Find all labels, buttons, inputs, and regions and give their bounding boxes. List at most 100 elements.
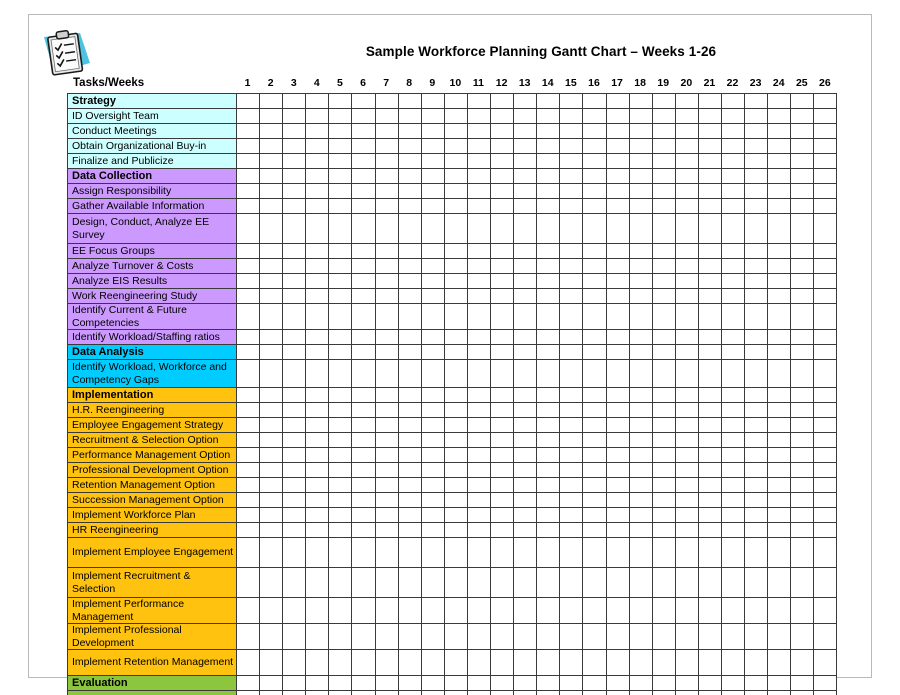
- gantt-empty-cell: [720, 288, 746, 304]
- gantt-bar-cell: [282, 243, 307, 259]
- gantt-empty-cell: [235, 675, 261, 691]
- gantt-empty-cell: [628, 623, 653, 650]
- gantt-empty-cell: [744, 359, 769, 388]
- gantt-empty-cell: [767, 93, 792, 109]
- gantt-empty-cell: [582, 623, 607, 650]
- gantt-empty-cell: [744, 288, 769, 304]
- gantt-bar-cell: [374, 138, 399, 154]
- gantt-empty-cell: [605, 329, 630, 345]
- gantt-bar-cell: [282, 417, 307, 433]
- gantt-bar-cell: [443, 359, 468, 388]
- gantt-empty-cell: [582, 359, 607, 388]
- gantt-empty-cell: [259, 359, 284, 388]
- gantt-empty-cell: [720, 168, 746, 184]
- gantt-empty-cell: [513, 649, 538, 676]
- gantt-empty-cell: [374, 432, 399, 448]
- gantt-empty-cell: [235, 462, 261, 478]
- gantt-empty-cell: [466, 273, 492, 289]
- gantt-bar-cell: [420, 303, 445, 330]
- task-label: Recruitment & Selection Option: [67, 432, 237, 448]
- gantt-empty-cell: [605, 522, 630, 538]
- gantt-empty-cell: [259, 675, 284, 691]
- gantt-empty-cell: [582, 649, 607, 676]
- gantt-empty-cell: [790, 462, 815, 478]
- gantt-empty-cell: [790, 329, 815, 345]
- gantt-empty-cell: [651, 108, 676, 124]
- gantt-empty-cell: [790, 123, 815, 139]
- gantt-empty-cell: [790, 675, 815, 691]
- gantt-bar-cell: [790, 537, 815, 568]
- gantt-bar-cell: [605, 462, 630, 478]
- gantt-empty-cell: [674, 417, 699, 433]
- gantt-empty-cell: [397, 123, 422, 139]
- gantt-empty-cell: [697, 402, 722, 418]
- gantt-empty-cell: [790, 243, 815, 259]
- gantt-empty-cell: [651, 417, 676, 433]
- gantt-empty-cell: [328, 153, 353, 169]
- gantt-empty-cell: [490, 303, 515, 330]
- gantt-empty-cell: [305, 597, 330, 624]
- gantt-empty-cell: [305, 387, 330, 403]
- gantt-empty-cell: [351, 507, 376, 523]
- gantt-empty-cell: [674, 477, 699, 493]
- gantt-empty-cell: [651, 138, 676, 154]
- gantt-bar-cell: [582, 462, 607, 478]
- gantt-bar-cell: [628, 447, 653, 463]
- gantt-empty-cell: [790, 168, 815, 184]
- gantt-empty-cell: [720, 344, 746, 360]
- gantt-empty-cell: [259, 537, 284, 568]
- gantt-empty-cell: [813, 153, 838, 169]
- gantt-empty-cell: [397, 213, 422, 244]
- gantt-empty-cell: [674, 288, 699, 304]
- gantt-empty-cell: [328, 93, 353, 109]
- gantt-empty-cell: [605, 168, 630, 184]
- gantt-empty-cell: [328, 329, 353, 345]
- gantt-empty-cell: [628, 273, 653, 289]
- gantt-bar-cell: [813, 522, 838, 538]
- gantt-empty-cell: [720, 153, 746, 169]
- gantt-empty-cell: [813, 183, 838, 199]
- gantt-empty-cell: [651, 359, 676, 388]
- gantt-empty-cell: [697, 537, 722, 568]
- gantt-empty-cell: [420, 597, 445, 624]
- gantt-empty-cell: [767, 329, 792, 345]
- gantt-empty-cell: [767, 123, 792, 139]
- gantt-empty-cell: [259, 567, 284, 598]
- gantt-empty-cell: [536, 329, 561, 345]
- gantt-bar-cell: [397, 138, 422, 154]
- gantt-empty-cell: [767, 273, 792, 289]
- gantt-empty-cell: [697, 567, 722, 598]
- gantt-empty-cell: [790, 359, 815, 388]
- task-row: Recruitment & Selection Option: [67, 432, 838, 448]
- gantt-empty-cell: [720, 108, 746, 124]
- week-header-23: 23: [749, 77, 762, 89]
- task-row: Implement Performance Management: [67, 597, 838, 624]
- gantt-empty-cell: [582, 273, 607, 289]
- gantt-bar-cell: [582, 402, 607, 418]
- gantt-empty-cell: [720, 432, 746, 448]
- gantt-empty-cell: [305, 432, 330, 448]
- week-header-row: Tasks/Weeks 1 2 3 4 5 6 7 8 9 10 11 12 13 14 15 16 17 18 1…: [67, 74, 837, 92]
- gantt-empty-cell: [282, 567, 307, 598]
- gantt-empty-cell: [536, 623, 561, 650]
- gantt-bar-cell: [767, 447, 792, 463]
- gantt-empty-cell: [351, 213, 376, 244]
- task-row: Finalize and Publicize: [67, 153, 838, 169]
- task-row: Implement Professional Development: [67, 623, 838, 650]
- gantt-empty-cell: [767, 402, 792, 418]
- gantt-bar-cell: [259, 477, 284, 493]
- gantt-empty-cell: [605, 417, 630, 433]
- gantt-empty-cell: [259, 522, 284, 538]
- gantt-bar-cell: [513, 417, 538, 433]
- gantt-empty-cell: [305, 359, 330, 388]
- week-header-6: 6: [360, 77, 366, 89]
- gantt-empty-cell: [235, 273, 261, 289]
- task-label: Finalize and Publicize: [67, 153, 237, 169]
- gantt-empty-cell: [536, 344, 561, 360]
- gantt-empty-cell: [328, 344, 353, 360]
- gantt-empty-cell: [374, 537, 399, 568]
- gantt-bar-cell: [605, 402, 630, 418]
- gantt-empty-cell: [536, 183, 561, 199]
- gantt-empty-cell: [305, 537, 330, 568]
- gantt-bar-cell: [259, 243, 284, 259]
